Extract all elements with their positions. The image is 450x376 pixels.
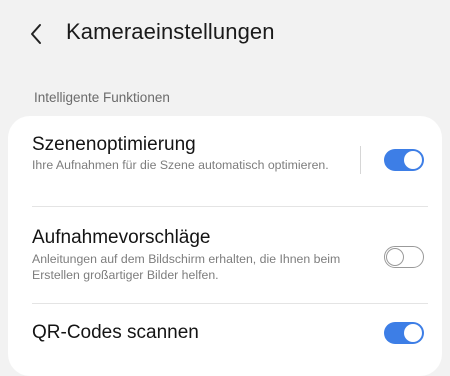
setting-title: Aufnahmevorschläge — [32, 227, 211, 248]
setting-row-scene-optimizer[interactable]: Szenenoptimierung Ihre Aufnahmen für die… — [8, 116, 442, 206]
shot-suggestions-toggle[interactable] — [384, 246, 424, 268]
app-header: Kameraeinstellungen — [0, 0, 450, 72]
setting-row-shot-suggestions[interactable]: Aufnahmevorschläge Anleitungen auf dem B… — [8, 207, 442, 302]
back-button[interactable] — [22, 20, 50, 48]
toggle-knob — [404, 324, 422, 342]
scan-qr-codes-toggle[interactable] — [384, 322, 424, 344]
toggle-knob — [404, 151, 422, 169]
setting-title: Szenenoptimierung — [32, 134, 196, 155]
chevron-left-icon — [31, 24, 41, 44]
scene-optimizer-toggle[interactable] — [384, 149, 424, 171]
toggle-knob — [386, 247, 404, 266]
setting-description: Anleitungen auf dem Bildschirm erhalten,… — [32, 252, 341, 282]
settings-card: Szenenoptimierung Ihre Aufnahmen für die… — [8, 116, 442, 376]
vertical-divider — [360, 146, 361, 174]
setting-title: QR-Codes scannen — [32, 322, 199, 343]
setting-description: Ihre Aufnahmen für die Szene automatisch… — [32, 158, 329, 172]
page-title: Kameraeinstellungen — [66, 19, 275, 44]
setting-row-scan-qr-codes[interactable]: QR-Codes scannen — [8, 304, 442, 364]
section-label: Intelligente Funktionen — [34, 90, 170, 105]
